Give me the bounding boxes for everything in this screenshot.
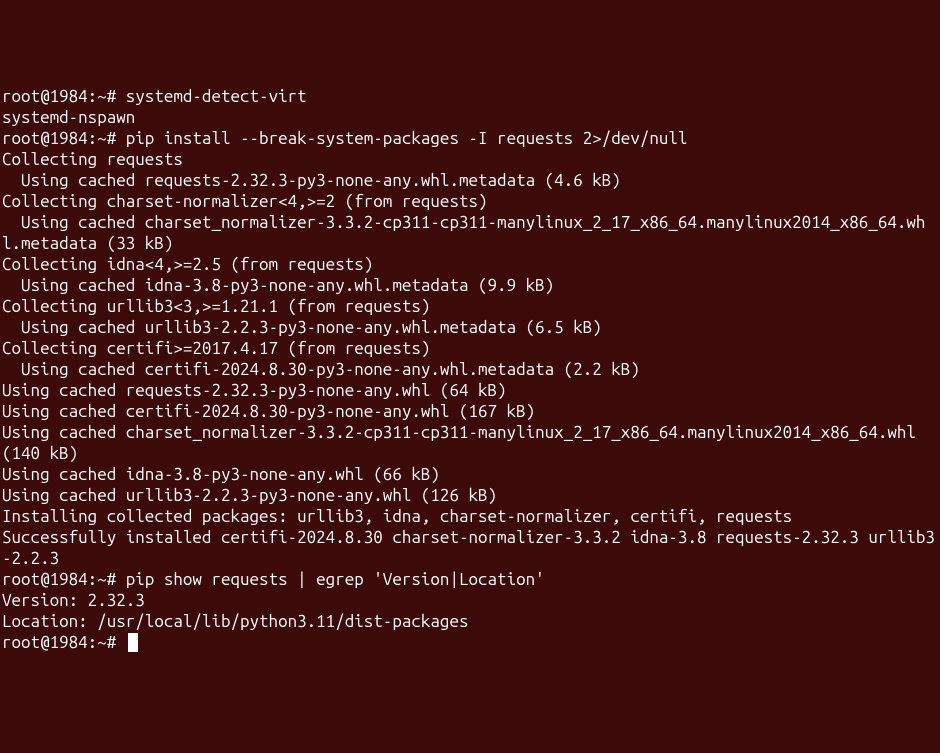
cursor — [128, 633, 138, 652]
output-line: Using cached urllib3-2.2.3-py3-none-any.… — [2, 485, 938, 506]
output-line: Using cached certifi-2024.8.30-py3-none-… — [2, 359, 938, 380]
shell-prompt: root@1984:~# — [2, 633, 126, 652]
output-line: Successfully installed certifi-2024.8.30… — [2, 527, 938, 569]
command-text: pip install --break-system-packages -I r… — [126, 129, 688, 148]
command-line: root@1984:~# pip show requests | egrep '… — [2, 569, 938, 590]
output-line: Collecting idna<4,>=2.5 (from requests) — [2, 254, 938, 275]
output-line: Collecting urllib3<3,>=1.21.1 (from requ… — [2, 296, 938, 317]
output-line: Using cached charset_normalizer-3.3.2-cp… — [2, 212, 938, 254]
output-line: Using cached idna-3.8-py3-none-any.whl.m… — [2, 275, 938, 296]
shell-prompt: root@1984:~# — [2, 87, 126, 106]
shell-prompt: root@1984:~# — [2, 129, 126, 148]
output-line: Using cached requests-2.32.3-py3-none-an… — [2, 170, 938, 191]
terminal-output[interactable]: root@1984:~# systemd-detect-virtsystemd-… — [2, 86, 938, 648]
shell-prompt: root@1984:~# — [2, 570, 126, 589]
command-text: systemd-detect-virt — [126, 87, 307, 106]
output-line: Version: 2.32.3 — [2, 590, 938, 611]
command-line: root@1984:~# — [2, 632, 938, 653]
command-line: root@1984:~# pip install --break-system-… — [2, 128, 938, 149]
output-line: Location: /usr/local/lib/python3.11/dist… — [2, 611, 938, 632]
output-line: Using cached requests-2.32.3-py3-none-an… — [2, 380, 938, 401]
output-line: Using cached certifi-2024.8.30-py3-none-… — [2, 401, 938, 422]
output-line: Collecting charset-normalizer<4,>=2 (fro… — [2, 191, 938, 212]
output-line: Collecting requests — [2, 149, 938, 170]
output-line: Using cached urllib3-2.2.3-py3-none-any.… — [2, 317, 938, 338]
output-line: Using cached charset_normalizer-3.3.2-cp… — [2, 422, 938, 464]
output-line: Installing collected packages: urllib3, … — [2, 506, 938, 527]
output-line: Using cached idna-3.8-py3-none-any.whl (… — [2, 464, 938, 485]
output-line: Collecting certifi>=2017.4.17 (from requ… — [2, 338, 938, 359]
output-line: systemd-nspawn — [2, 107, 938, 128]
command-text: pip show requests | egrep 'Version|Locat… — [126, 570, 545, 589]
command-line: root@1984:~# systemd-detect-virt — [2, 86, 938, 107]
